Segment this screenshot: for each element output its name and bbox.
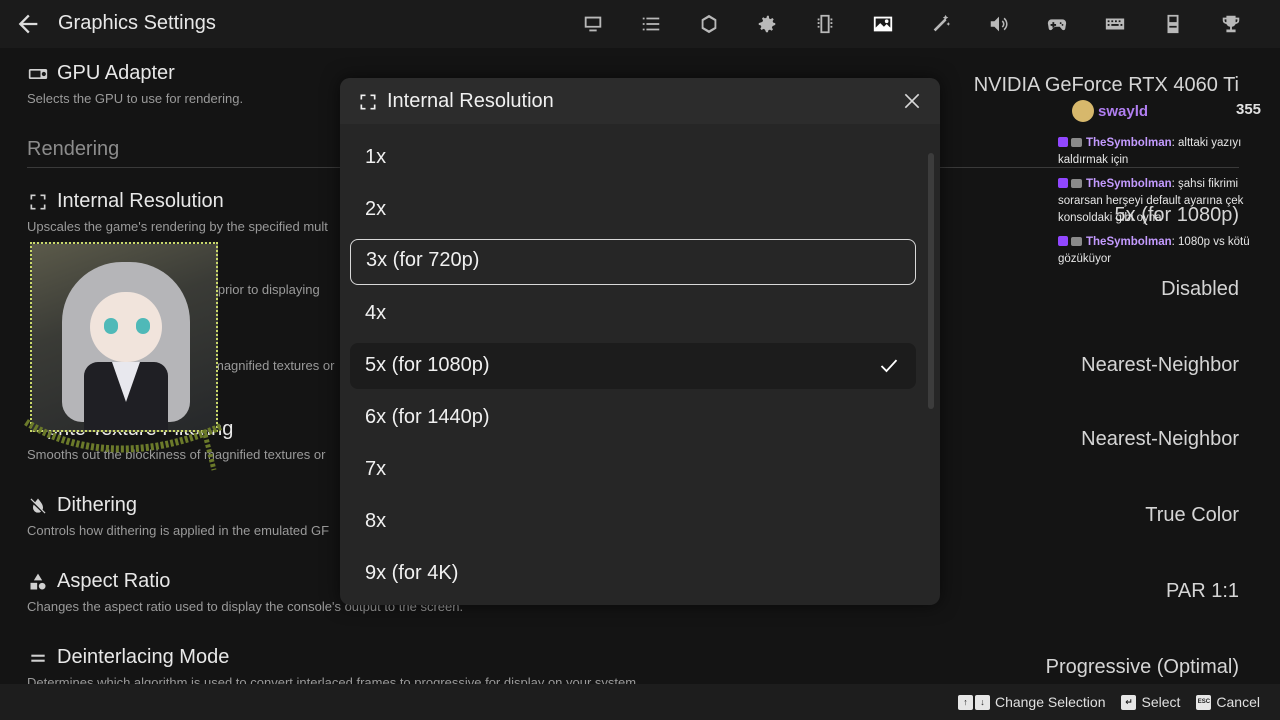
option-label: 5x (for 1080p) — [365, 354, 490, 376]
setting-value: Progressive (Optimal) — [1045, 656, 1239, 678]
controller-badge-icon — [1071, 138, 1082, 147]
chat-user: TheSymbolman — [1086, 236, 1172, 248]
arrow-up-icon: ↑ — [957, 694, 973, 710]
list-icon[interactable] — [622, 10, 680, 38]
top-bar: Graphics Settings — [0, 0, 1280, 48]
setting-deinterlacing-mode[interactable]: Deinterlacing Mode Determines which algo… — [27, 646, 1239, 684]
setting-label: GPU Adapter — [57, 62, 175, 84]
emote-icon — [1072, 100, 1094, 122]
page-title: Graphics Settings — [58, 12, 216, 34]
setting-value: NVIDIA GeForce RTX 4060 Ti — [973, 74, 1239, 96]
controller-badge-icon — [1071, 179, 1082, 188]
setting-label: Dithering — [57, 494, 138, 516]
hint-label: Select — [1141, 694, 1181, 710]
option-3x[interactable]: 3x (for 720p) — [350, 239, 916, 285]
speaker-icon[interactable] — [970, 10, 1028, 38]
hint-change-selection: ↑ ↓ Change Selection — [957, 694, 1106, 710]
close-icon[interactable] — [902, 91, 922, 111]
enter-key-icon: ↵ — [1121, 694, 1137, 710]
badge-icon — [1058, 137, 1068, 147]
scrollbar[interactable] — [928, 153, 934, 409]
option-5x[interactable]: 5x (for 1080p) — [350, 343, 916, 389]
option-2x[interactable]: 2x — [350, 187, 916, 233]
stream-chat: TheSymbolman: alttaki yazıyı kaldırmak i… — [1058, 135, 1258, 275]
checkmark-icon — [880, 359, 898, 373]
setting-value: Nearest-Neighbor — [1081, 428, 1239, 450]
setting-value: True Color — [1145, 504, 1239, 526]
esc-key-icon: ESC — [1196, 694, 1212, 710]
device-icon[interactable] — [1144, 10, 1202, 38]
chat-user: TheSymbolman — [1086, 178, 1172, 190]
hint-label: Cancel — [1216, 694, 1260, 710]
memory-card-icon[interactable] — [796, 10, 854, 38]
badge-icon — [1058, 178, 1068, 188]
option-1x[interactable]: 1x — [350, 135, 916, 181]
shapes-icon — [27, 571, 49, 593]
hint-cancel: ESC Cancel — [1196, 694, 1260, 710]
option-label: 7x — [365, 458, 387, 480]
streamer-avatar — [30, 242, 218, 432]
dialog-header: Internal Resolution — [340, 78, 940, 124]
setting-label: Aspect Ratio — [57, 570, 171, 592]
chat-message: TheSymbolman: alttaki yazıyı kaldırmak i… — [1058, 135, 1258, 169]
monitor-icon[interactable] — [564, 10, 622, 38]
equals-icon — [27, 647, 49, 669]
option-7x[interactable]: 7x — [350, 447, 916, 493]
setting-value: Nearest-Neighbor — [1081, 354, 1239, 376]
chat-user: TheSymbolman — [1086, 137, 1172, 149]
gear-icon[interactable] — [738, 10, 796, 38]
viewer-count: 355 — [1236, 101, 1262, 118]
option-4x[interactable]: 4x — [350, 291, 916, 337]
setting-label: Internal Resolution — [57, 190, 224, 212]
gamepad-icon[interactable] — [1028, 10, 1086, 38]
back-arrow-icon[interactable] — [14, 10, 42, 38]
controller-badge-icon — [1071, 237, 1082, 246]
viewer-name: swayld — [1098, 102, 1149, 120]
hint-label: Change Selection — [994, 694, 1106, 710]
option-label: 2x — [365, 198, 387, 220]
option-label: 3x (for 720p) — [366, 249, 480, 271]
gpu-icon — [27, 63, 49, 85]
option-label: 4x — [365, 302, 387, 324]
controller-hint-bar: ↑ ↓ Change Selection ↵ Select ESC Cancel — [0, 684, 1280, 720]
section-heading-rendering: Rendering — [27, 138, 120, 160]
chat-message: TheSymbolman: şahsi fikrimi sorarsan her… — [1058, 176, 1258, 227]
option-9x[interactable]: 9x (for 4K) — [350, 551, 916, 597]
option-label: 9x (for 4K) — [365, 562, 459, 584]
keyboard-icon[interactable] — [1086, 10, 1144, 38]
trophy-icon[interactable] — [1202, 10, 1260, 38]
fullscreen-icon — [27, 191, 49, 213]
arrow-down-icon: ↓ — [974, 694, 990, 710]
viewer-badge: swayld — [1072, 100, 1148, 122]
badge-icon — [1058, 236, 1068, 246]
setting-label: Deinterlacing Mode — [57, 646, 230, 668]
setting-value: PAR 1:1 — [1166, 580, 1239, 602]
dialog-title: Internal Resolution — [387, 90, 554, 112]
emblem-icon[interactable] — [680, 10, 738, 38]
image-icon[interactable] — [854, 10, 912, 38]
option-label: 1x — [365, 146, 387, 168]
chat-message: TheSymbolman: 1080p vs kötü gözüküyor — [1058, 234, 1258, 268]
magic-wand-icon[interactable] — [912, 10, 970, 38]
setting-value: Disabled — [1161, 278, 1239, 300]
resolution-options: 1x 2x 3x (for 720p) 4x 5x (for 1080p) 6x… — [350, 135, 916, 603]
dithering-icon — [27, 495, 49, 517]
hint-select: ↵ Select — [1121, 694, 1180, 710]
internal-resolution-dialog: Internal Resolution 1x 2x 3x (for 720p) … — [340, 78, 940, 605]
option-8x[interactable]: 8x — [350, 499, 916, 545]
option-label: 6x (for 1440p) — [365, 406, 490, 428]
category-tabs — [564, 10, 1260, 38]
option-label: 8x — [365, 510, 387, 532]
garland-decoration — [24, 419, 224, 471]
fullscreen-icon — [360, 94, 376, 110]
option-6x[interactable]: 6x (for 1440p) — [350, 395, 916, 441]
